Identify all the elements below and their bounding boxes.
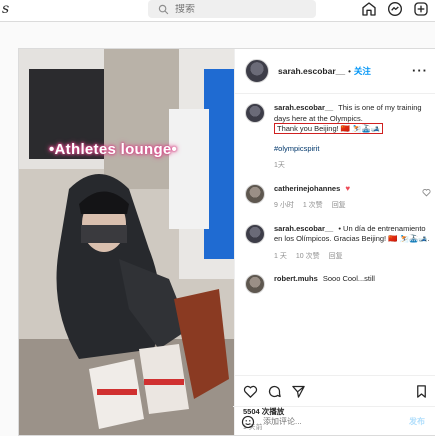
comment-likes[interactable]: 10 次赞 xyxy=(296,252,320,263)
comment-meta: 1 天 10 次赞 回复 xyxy=(274,252,431,263)
avatar[interactable] xyxy=(245,183,265,204)
emoji-icon[interactable] xyxy=(241,415,255,429)
messenger-icon[interactable] xyxy=(387,1,403,17)
search-icon xyxy=(158,4,169,14)
caption-body: sarah.escobar__ This is one of my traini… xyxy=(274,103,431,172)
bookmark-icon[interactable] xyxy=(414,384,429,399)
comments-list[interactable]: sarah.escobar__ This is one of my traini… xyxy=(235,95,435,373)
comment-item: sarah.escobar__ • Un día de entrenamient… xyxy=(235,212,435,263)
video-frame xyxy=(19,49,234,435)
avatar[interactable] xyxy=(245,274,265,294)
comment-item: catherinejohannes ♥ 9 小时 1 次赞 回复 xyxy=(235,172,435,212)
comment-likes[interactable]: 1 次赞 xyxy=(303,201,323,212)
like-comment-icon[interactable] xyxy=(422,188,431,197)
post-comment-button[interactable]: 发布 xyxy=(409,416,425,427)
comment-username[interactable]: robert.muhs xyxy=(274,274,318,283)
post-side-panel: sarah.escobar__ • 关注 ··· sarah.escobar__… xyxy=(234,49,435,435)
caption: sarah.escobar__ This is one of my traini… xyxy=(235,95,435,172)
caption-highlighted-text: Thank you Beijing! 🇨🇳 ⛷️🚠🎿 xyxy=(274,123,384,134)
add-comment-bar: 发布 xyxy=(233,406,435,436)
post-card: •Athletes lounge• sarah.escobar__ • 关注 ·… xyxy=(18,48,435,436)
caption-username[interactable]: sarah.escobar__ xyxy=(274,103,333,112)
comment-body: catherinejohannes ♥ 9 小时 1 次赞 回复 xyxy=(274,184,431,212)
follow-button[interactable]: 关注 xyxy=(354,65,371,77)
comment-body: sarah.escobar__ • Un día de entrenamient… xyxy=(274,224,431,263)
post-author-username[interactable]: sarah.escobar__ xyxy=(278,66,345,76)
video-overlay-text: •Athletes lounge• xyxy=(49,141,178,158)
comment-icon[interactable] xyxy=(267,384,282,399)
comment-time: 9 小时 xyxy=(274,202,294,209)
comment-input[interactable] xyxy=(263,417,383,426)
post-video[interactable]: •Athletes lounge• xyxy=(19,49,234,435)
search-bar[interactable] xyxy=(148,0,316,18)
action-icons-row xyxy=(243,382,429,400)
comment-username[interactable]: catherinejohannes xyxy=(274,184,340,193)
instagram-logo[interactable]: s xyxy=(2,1,9,17)
comment-text: Sooo Cool...still xyxy=(322,274,375,283)
caption-time: 1天 xyxy=(274,162,285,169)
avatar[interactable] xyxy=(245,59,269,83)
comment-username[interactable]: sarah.escobar__ xyxy=(274,224,333,233)
search-input[interactable] xyxy=(175,3,305,15)
like-icon[interactable] xyxy=(243,384,258,399)
reply-button[interactable]: 回复 xyxy=(329,252,343,263)
caption-meta: 1天 xyxy=(274,161,431,172)
top-nav-bar: s xyxy=(0,0,435,22)
share-icon[interactable] xyxy=(291,384,306,399)
avatar[interactable] xyxy=(245,223,265,244)
nav-icons xyxy=(361,1,429,17)
post-header: sarah.escobar__ • 关注 ··· xyxy=(235,49,435,94)
heart-emoji: ♥ xyxy=(345,183,351,193)
comment-body: robert.muhs Sooo Cool...still xyxy=(274,274,431,294)
comment-item: robert.muhs Sooo Cool...still xyxy=(235,262,435,294)
avatar[interactable] xyxy=(245,103,265,123)
separator-dot: • xyxy=(348,66,351,76)
more-options-icon[interactable]: ··· xyxy=(412,63,428,78)
comment-meta: 9 小时 1 次赞 回复 xyxy=(274,201,431,212)
home-icon[interactable] xyxy=(361,1,377,17)
comment-time: 1 天 xyxy=(274,252,287,260)
hashtag-link[interactable]: #olympicspirit xyxy=(274,144,431,155)
reply-button[interactable]: 回复 xyxy=(332,201,346,212)
new-post-icon[interactable] xyxy=(413,1,429,17)
